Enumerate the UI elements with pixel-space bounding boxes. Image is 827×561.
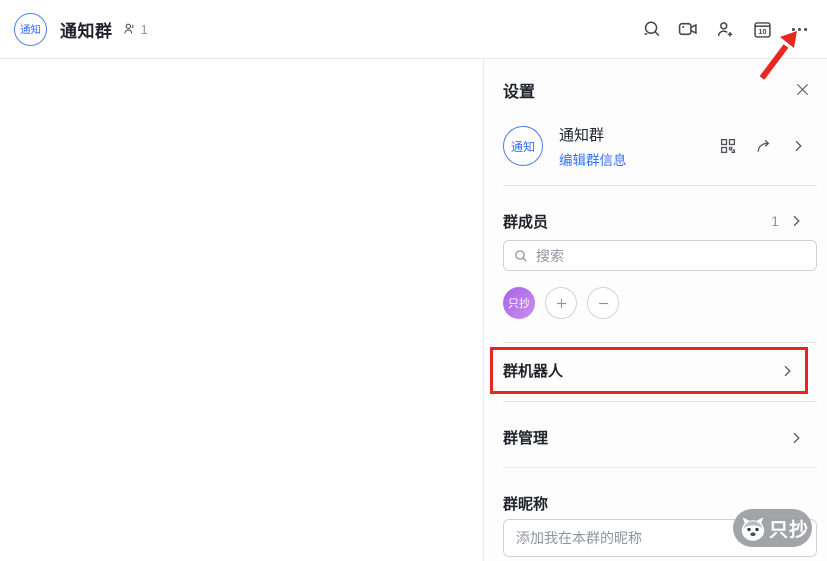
divider [503,467,817,468]
group-avatar-large-text: 通知 [510,139,535,154]
group-robots-label: 群机器人 [503,363,564,380]
group-nickname-label: 群昵称 [503,496,549,513]
topbar: 通知 通知群 1 10 [0,0,827,59]
add-member-icon[interactable] [713,17,737,41]
group-members-count: 1 [771,213,779,229]
settings-title: 设置 [503,83,536,101]
group-nickname-input[interactable] [516,530,804,546]
more-icon[interactable] [787,17,811,41]
edit-group-info-link[interactable]: 编辑群信息 [559,149,627,169]
group-info-actions [718,136,806,156]
settings-header: 设置 [503,80,817,101]
calendar-icon[interactable]: 10 [750,17,774,41]
settings-panel: 设置 通知 通知群 编辑群信息 群成员 1 搜索 只抄 群机器人 群管理 群昵称… [485,60,827,561]
search-icon[interactable] [639,17,663,41]
chevron-right-icon [788,430,804,446]
topbar-actions: 10 [639,17,811,41]
divider [503,185,817,186]
divider [503,401,817,402]
chevron-right-icon [788,213,804,229]
group-avatar: 通知 [14,12,47,46]
group-title: 通知群 [60,21,113,41]
member-count-value: 1 [140,21,148,37]
group-avatar-large: 通知 [503,126,543,166]
search-icon [515,249,527,262]
group-management-row[interactable]: 群管理 [503,428,817,447]
group-robots-row-highlighted[interactable]: 群机器人 [490,347,808,394]
member-search-box [503,240,817,271]
close-icon[interactable] [793,80,812,99]
group-meta: 通知群 编辑群信息 [559,124,627,169]
group-info-row[interactable]: 通知 通知群 编辑群信息 [503,124,817,169]
divider [503,342,817,343]
add-member-button[interactable] [545,287,577,319]
group-members-label: 群成员 [503,213,549,231]
remove-member-button[interactable] [587,287,619,319]
chevron-right-icon [779,363,795,379]
share-icon[interactable] [754,136,774,156]
group-avatar-text: 通知 [20,23,41,36]
group-nickname-field [503,519,817,557]
group-management-label: 群管理 [503,430,549,447]
member-count-indicator: 1 [122,21,148,37]
video-call-icon[interactable] [676,17,700,41]
member-search-input[interactable] [536,247,807,264]
qr-code-icon[interactable] [718,136,738,156]
calendar-day-number: 10 [758,27,766,36]
chevron-right-icon[interactable] [790,138,806,154]
member-avatar[interactable]: 只抄 [503,287,535,319]
chat-content-area [0,60,484,561]
member-avatar-text: 只抄 [508,298,530,310]
group-name: 通知群 [559,126,605,144]
members-icon [122,21,138,37]
group-members-row[interactable]: 群成员 1 [503,212,817,231]
member-row: 只抄 [503,287,817,319]
